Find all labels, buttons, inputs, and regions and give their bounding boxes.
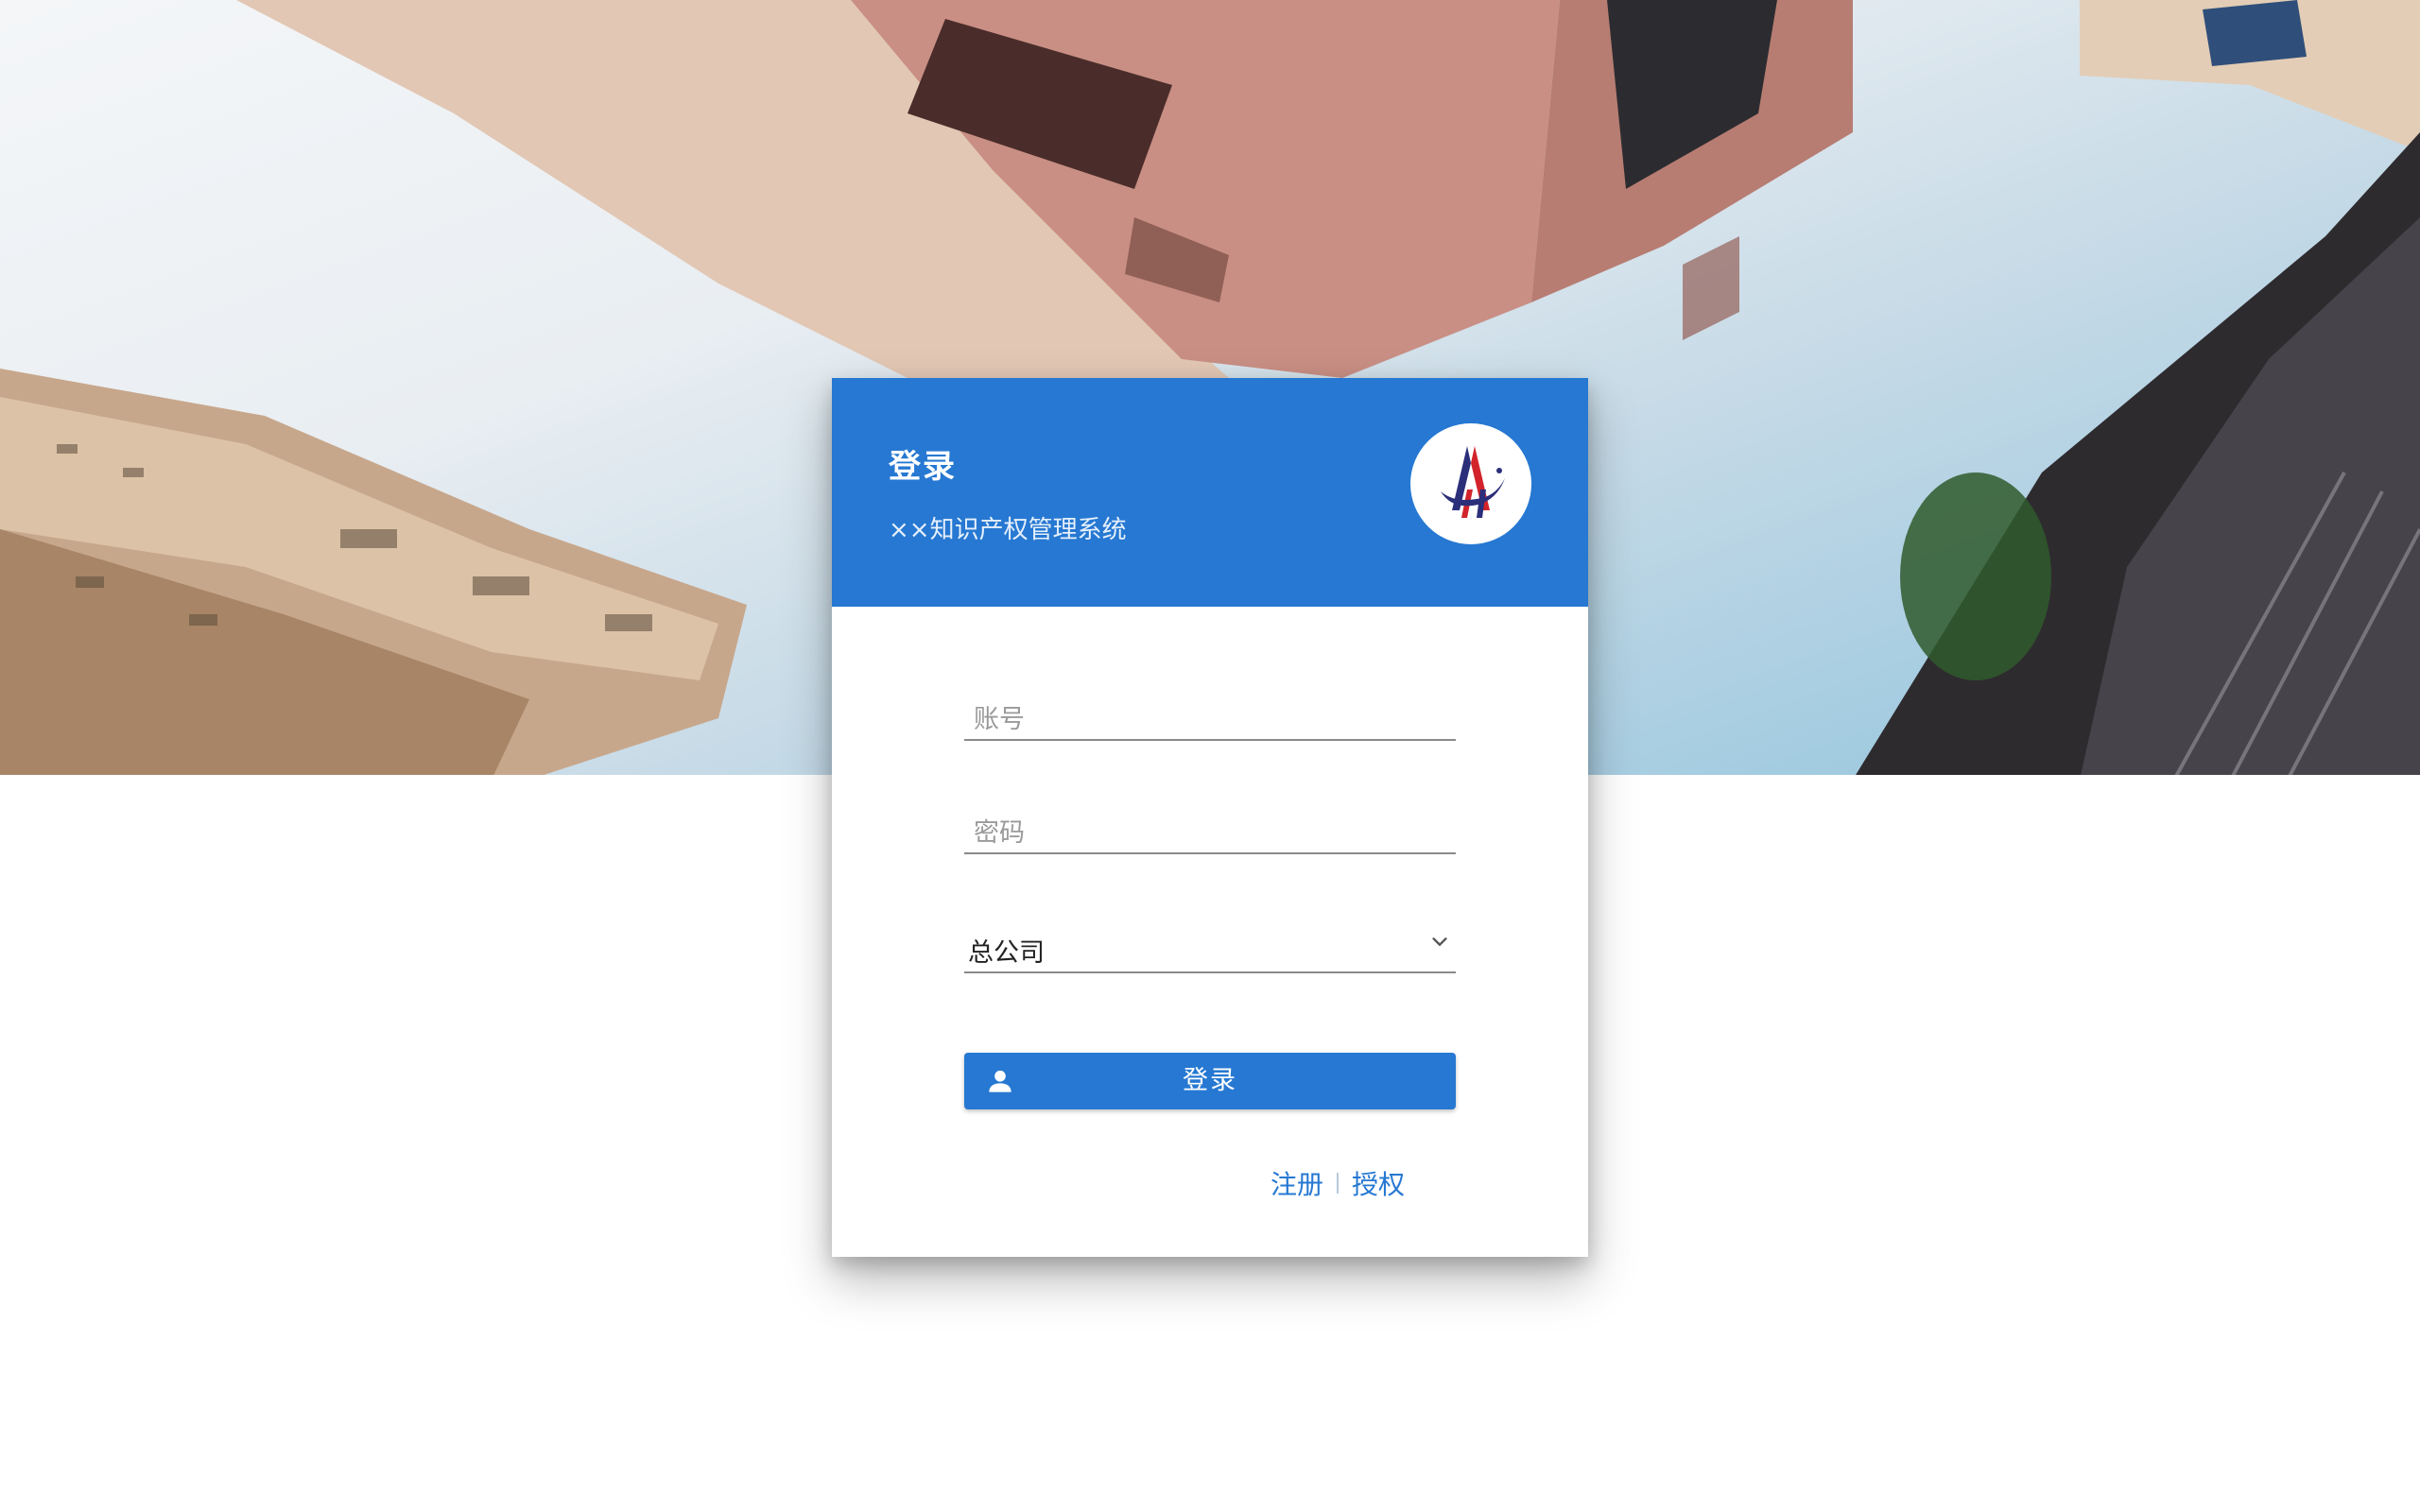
card-header: 登录 ××知识产权管理系统: [832, 378, 1588, 607]
login-button-label: 登录: [1183, 1066, 1237, 1095]
company-logo: [1410, 423, 1531, 544]
card-title: 登录: [889, 448, 957, 486]
login-card: 登录 ××知识产权管理系统 总公司: [832, 378, 1588, 1257]
login-button[interactable]: 登录: [964, 1053, 1456, 1109]
company-logo-icon: [1441, 446, 1505, 518]
company-select-value: 总公司: [968, 938, 1045, 968]
password-field[interactable]: [964, 799, 1456, 854]
chevron-down-icon: [1432, 937, 1447, 946]
footer-links: 注册 授权: [1270, 1164, 1405, 1202]
company-select[interactable]: 总公司: [964, 917, 1456, 973]
system-name: ××知识产权管理系统: [889, 516, 1127, 544]
password-input[interactable]: [964, 799, 1456, 852]
login-page: 登录 ××知识产权管理系统 总公司: [0, 0, 2420, 1512]
link-divider: [1336, 1173, 1339, 1194]
account-field[interactable]: [964, 686, 1456, 741]
register-link[interactable]: 注册: [1270, 1164, 1323, 1202]
account-input[interactable]: [964, 686, 1456, 739]
authorize-link[interactable]: 授权: [1352, 1164, 1405, 1202]
